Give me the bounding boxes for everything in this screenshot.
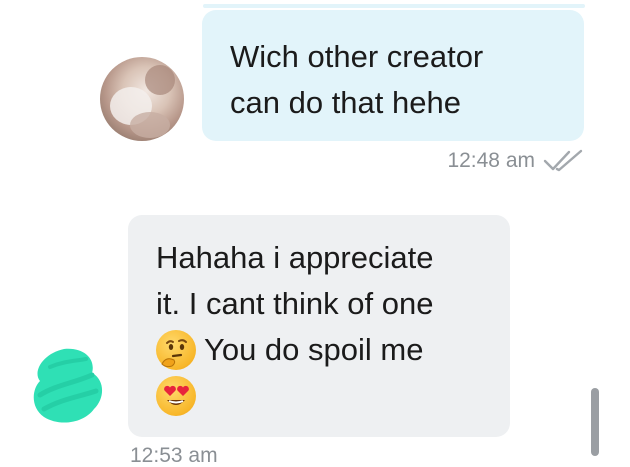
message-text: You do spoil me xyxy=(204,332,424,367)
thinking-face-icon xyxy=(156,330,196,370)
outgoing-message-meta: 12:48 am xyxy=(447,148,585,174)
message-line: it. I cant think of one xyxy=(156,281,484,327)
message-timestamp: 12:53 am xyxy=(130,444,218,467)
avatar-photo-detail xyxy=(130,112,170,138)
message-text: Hahaha i appreciate xyxy=(156,240,434,275)
previous-message-edge xyxy=(203,4,585,8)
contact-avatar-redacted[interactable] xyxy=(26,345,108,427)
double-check-icon xyxy=(543,148,585,174)
message-line: Hahaha i appreciate xyxy=(156,235,484,281)
contact-avatar[interactable] xyxy=(100,57,184,141)
message-line xyxy=(156,373,484,419)
message-text: it. I cant think of one xyxy=(156,286,434,321)
chat-thread[interactable]: Wich other creator can do that hehe 12:4… xyxy=(0,0,630,467)
message-line: You do spoil me xyxy=(156,327,484,373)
scrollbar-thumb[interactable] xyxy=(591,388,599,456)
outgoing-message-bubble[interactable]: Wich other creator can do that hehe xyxy=(202,10,584,141)
message-timestamp: 12:48 am xyxy=(447,149,535,172)
heart-eyes-face-icon xyxy=(156,376,196,416)
message-text: Wich other creator can do that hehe xyxy=(230,39,484,120)
avatar-photo-detail xyxy=(145,65,175,95)
incoming-message-bubble[interactable]: Hahaha i appreciate it. I cant think of … xyxy=(128,215,510,437)
